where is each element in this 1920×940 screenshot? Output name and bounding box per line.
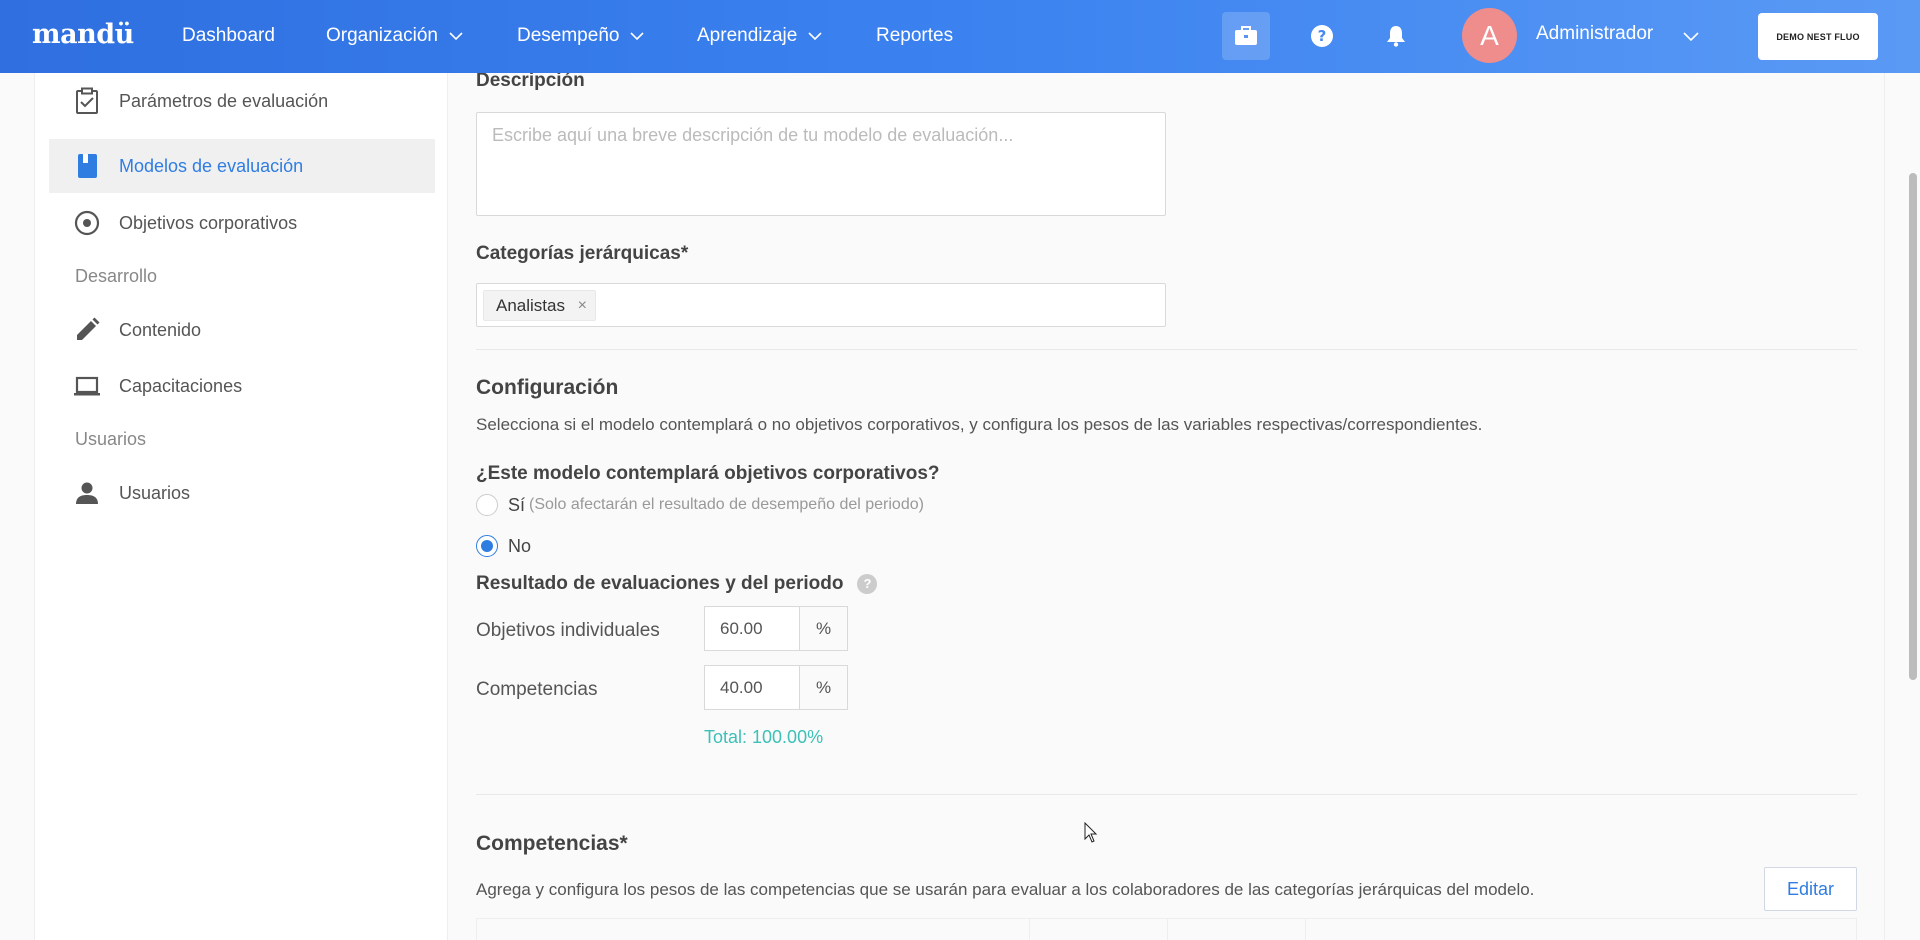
chevron-down-icon[interactable] [1682,28,1700,44]
sidebar-item-capacitaciones[interactable]: Capacitaciones [49,359,435,413]
sidebar-item-label: Contenido [119,319,202,340]
category-tag-label: Analistas [496,295,565,315]
sidebar-item-label: Usuarios [119,482,191,503]
sidebar: Parámetros de evaluación Modelos de eval… [34,73,448,940]
brand-logo[interactable]: mandü [32,19,134,50]
radio-option-no[interactable]: No [476,535,531,557]
laptop-icon [74,376,100,396]
weights-total: Total: 100.00% [704,727,824,747]
bell-icon [1387,26,1405,47]
briefcase-icon [1235,26,1257,45]
weight-value[interactable]: 60.00 [705,607,800,650]
pencil-icon [77,317,100,340]
sidebar-item-contenido[interactable]: Contenido [49,303,435,357]
svg-text:?: ? [1318,27,1327,45]
user-name[interactable]: Administrador [1536,23,1653,45]
sidebar-item-label: Parámetros de evaluación [119,90,329,111]
top-navbar: mandü Dashboard Organización Desempeño A… [0,0,1920,73]
nav-desempeno[interactable]: Desempeño [517,25,645,47]
close-icon[interactable]: × [578,297,587,315]
nav-organizacion[interactable]: Organización [326,25,464,47]
table-column-divider [1305,919,1306,940]
nav-organizacion-label: Organización [326,25,438,46]
results-title-text: Resultado de evaluaciones y del periodo [476,573,844,594]
avatar[interactable]: A [1462,8,1517,63]
sidebar-item-usuarios[interactable]: Usuarios [49,466,435,520]
edit-competencias-button[interactable]: Editar [1764,867,1857,911]
weight-input-competencias[interactable]: 40.00 % [704,665,848,710]
category-tag: Analistas × [483,290,596,321]
sidebar-item-label: Objetivos corporativos [119,212,298,233]
chevron-down-icon [630,32,645,41]
mouse-cursor-icon [1084,822,1098,843]
weight-unit: % [800,666,847,709]
help-icon: ? [1311,25,1333,47]
chevron-down-icon [808,32,822,41]
results-title: Resultado de evaluaciones y del periodo? [476,573,878,595]
categories-label: Categorías jerárquicas* [476,243,689,264]
scrollbar[interactable] [1905,73,1920,940]
radio-si-label: Sí [508,494,526,515]
help-icon[interactable]: ? [857,573,878,594]
company-switch-button[interactable]: DEMO NEST FLUO [1758,13,1878,60]
weight-input-objetivos[interactable]: 60.00 % [704,606,848,651]
weight-label-objetivos: Objetivos individuales [476,620,660,641]
categories-select[interactable]: Analistas × [476,283,1166,327]
description-label: Descripción [476,70,585,91]
table-column-divider [1167,919,1168,940]
clipboard-check-icon [76,87,98,114]
scrollbar-thumb[interactable] [1909,173,1917,680]
chevron-down-icon [449,32,463,41]
target-icon [74,210,100,236]
config-title: Configuración [476,376,619,399]
sidebar-item-objetivos[interactable]: Objetivos corporativos [49,196,435,250]
nav-aprendizaje-label: Aprendizaje [697,25,798,46]
radio-si-hint: (Solo afectarán el resultado de desempeñ… [529,496,924,513]
description-textarea[interactable]: Escribe aquí una breve descripción de tu… [476,112,1166,216]
nav-dashboard-label: Dashboard [182,25,275,46]
radio-no-label: No [508,535,532,556]
sidebar-item-parametros[interactable]: Parámetros de evaluación [49,74,435,128]
table-column-divider [1029,919,1030,940]
help-button[interactable]: ? [1298,12,1346,60]
radio-option-si[interactable]: Sí (Solo afectarán el resultado de desem… [476,494,924,516]
weight-unit: % [800,607,847,650]
book-icon [78,154,97,178]
config-description: Selecciona si el modelo contemplará o no… [476,415,1483,434]
weight-label-competencias: Competencias [476,679,598,700]
competencias-description: Agrega y configura los pesos de las comp… [476,880,1535,899]
sidebar-item-label: Modelos de evaluación [119,155,304,176]
divider [476,794,1857,795]
sidebar-section-desarrollo: Desarrollo [75,266,158,286]
sidebar-item-modelos[interactable]: Modelos de evaluación [49,139,435,193]
radio-no[interactable] [476,535,498,557]
divider [476,349,1857,350]
radio-si[interactable] [476,494,498,516]
briefcase-button[interactable] [1222,12,1270,60]
corporate-objectives-question: ¿Este modelo contemplará objetivos corpo… [476,463,940,484]
nav-reportes-label: Reportes [876,25,954,46]
nav-reportes[interactable]: Reportes [876,25,953,47]
competencias-table-header [476,918,1857,940]
weight-value[interactable]: 40.00 [705,666,800,709]
nav-aprendizaje[interactable]: Aprendizaje [697,25,823,47]
sidebar-section-usuarios: Usuarios [75,429,147,449]
nav-desempeno-label: Desempeño [517,25,620,46]
user-icon [76,482,98,504]
sidebar-item-label: Capacitaciones [119,375,243,396]
notifications-button[interactable] [1372,12,1420,60]
nav-dashboard[interactable]: Dashboard [182,25,275,47]
competencias-title: Competencias* [476,832,628,855]
